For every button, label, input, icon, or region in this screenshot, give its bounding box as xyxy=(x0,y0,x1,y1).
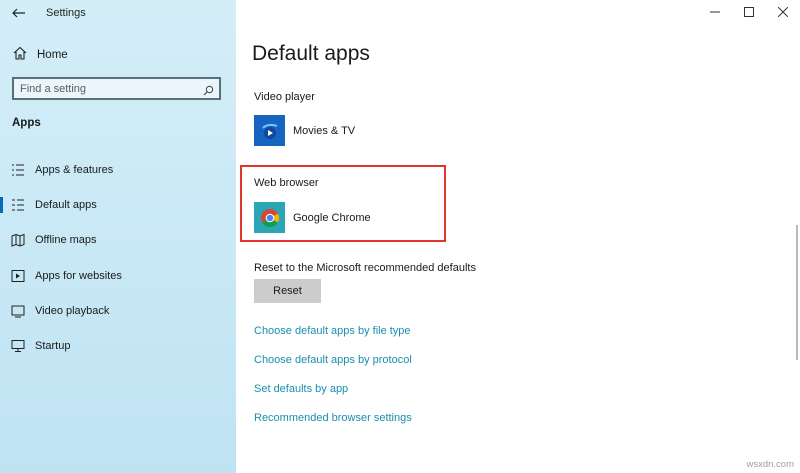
sidebar-item-label: Default apps xyxy=(35,198,97,211)
web-browser-selector[interactable]: Google Chrome xyxy=(254,202,371,233)
sidebar-nav: Apps & features Default apps Offline map… xyxy=(0,152,236,364)
window-controls xyxy=(698,0,800,24)
sidebar-item-label: Video playback xyxy=(35,304,110,317)
sidebar-item-label: Offline maps xyxy=(35,234,97,247)
sidebar-item-startup[interactable]: Startup xyxy=(0,328,236,363)
sidebar-item-video-playback[interactable]: Video playback xyxy=(0,293,236,328)
web-browser-label: Web browser xyxy=(254,177,319,189)
sidebar-item-default-apps[interactable]: Default apps xyxy=(0,187,236,222)
web-browser-app-name: Google Chrome xyxy=(293,211,371,224)
video-player-selector[interactable]: Movies & TV xyxy=(254,115,355,146)
close-icon[interactable] xyxy=(766,0,800,24)
link-file-type[interactable]: Choose default apps by file type xyxy=(254,325,411,337)
video-player-label: Video player xyxy=(254,91,315,103)
search-input[interactable] xyxy=(14,81,202,96)
scrollbar[interactable] xyxy=(796,225,798,360)
search-icon[interactable] xyxy=(203,83,214,96)
sidebar-item-apps-features[interactable]: Apps & features xyxy=(0,152,236,187)
home-icon xyxy=(12,45,28,66)
sidebar: Settings Home Apps Apps & features Defau… xyxy=(0,0,236,473)
link-browser-settings[interactable]: Recommended browser settings xyxy=(254,412,412,424)
back-arrow-icon[interactable] xyxy=(10,4,28,22)
sidebar-home[interactable]: Home xyxy=(12,45,68,65)
video-icon xyxy=(10,303,26,319)
movies-tv-icon xyxy=(254,115,285,146)
section-title: Apps xyxy=(12,117,41,129)
sidebar-item-label: Apps & features xyxy=(35,163,114,176)
link-set-defaults[interactable]: Set defaults by app xyxy=(254,383,348,395)
app-title: Settings xyxy=(46,7,86,19)
reset-label: Reset to the Microsoft recommended defau… xyxy=(254,262,476,274)
list-icon xyxy=(10,162,26,178)
startup-icon xyxy=(10,338,26,354)
link-icon xyxy=(10,268,26,284)
watermark: wsxdn.com xyxy=(746,459,794,470)
sidebar-item-label: Apps for websites xyxy=(35,269,122,282)
main-content: Default apps Video player Movies & TV We… xyxy=(236,0,800,473)
reset-button[interactable]: Reset xyxy=(254,279,321,303)
sidebar-item-offline-maps[interactable]: Offline maps xyxy=(0,223,236,258)
home-label: Home xyxy=(37,49,68,61)
default-apps-icon xyxy=(10,197,26,213)
chrome-icon xyxy=(254,202,285,233)
link-protocol[interactable]: Choose default apps by protocol xyxy=(254,354,412,366)
minimize-icon[interactable] xyxy=(698,0,732,24)
search-box[interactable] xyxy=(12,77,221,100)
page-title: Default apps xyxy=(252,42,370,65)
sidebar-item-apps-for-websites[interactable]: Apps for websites xyxy=(0,258,236,293)
map-icon xyxy=(10,232,26,248)
sidebar-item-label: Startup xyxy=(35,340,71,353)
video-player-app-name: Movies & TV xyxy=(293,124,356,137)
maximize-icon[interactable] xyxy=(732,0,766,24)
